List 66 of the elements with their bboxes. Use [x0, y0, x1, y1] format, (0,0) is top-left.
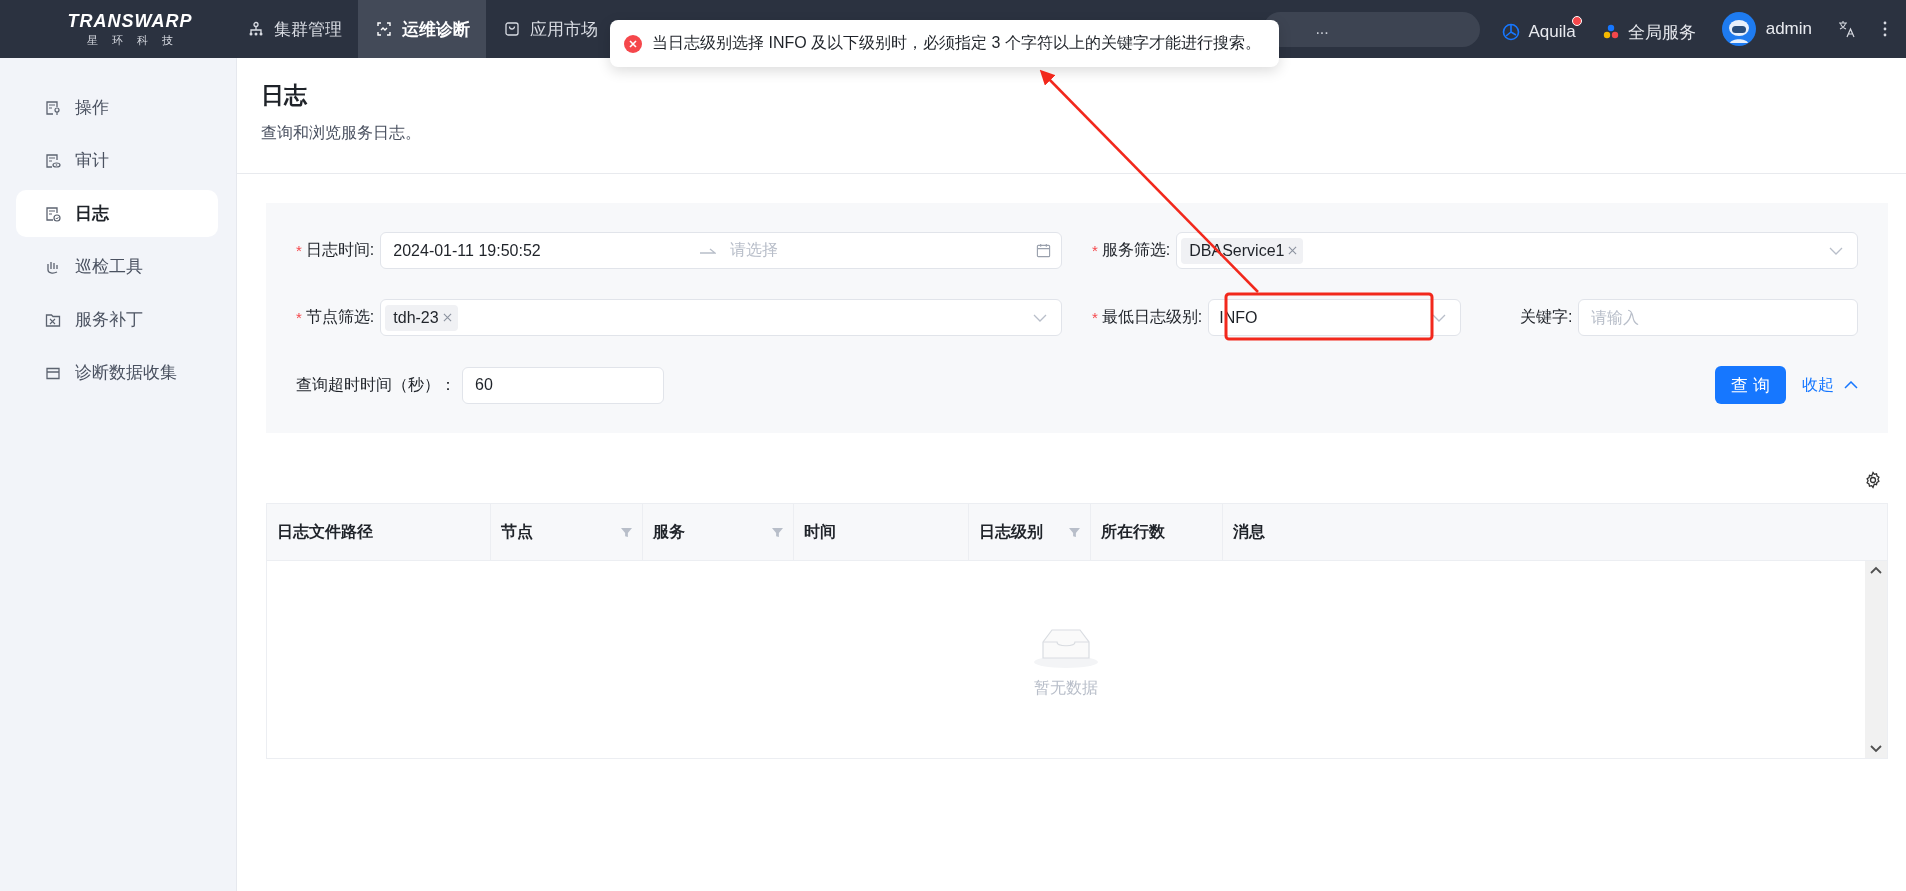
folder-icon: [45, 311, 61, 328]
required-mark: *: [1092, 309, 1098, 326]
sitemap-icon: [248, 21, 264, 37]
avatar-icon[interactable]: [1721, 12, 1756, 46]
sidebar-item[interactable]: 诊断数据收集: [16, 349, 218, 396]
calendar-icon: [1036, 243, 1051, 258]
chevron-down-icon: [1033, 313, 1047, 322]
filter-icon[interactable]: [1069, 526, 1080, 538]
query-button[interactable]: 查 询: [1715, 366, 1786, 404]
dots-icon: [1601, 23, 1620, 41]
document-check-icon: [45, 205, 61, 222]
document-eye-icon: [45, 152, 61, 169]
search-field[interactable]: ...: [1263, 11, 1481, 47]
required-mark: *: [1092, 242, 1098, 259]
input-field[interactable]: 60: [462, 366, 664, 404]
close-icon[interactable]: [442, 313, 452, 322]
sidebar-item[interactable]: 审计: [16, 137, 218, 184]
field-label: 节点筛选:: [305, 307, 375, 327]
field-label: 查询超时时间（秒）：: [296, 374, 456, 395]
field-label: 关键字:: [1520, 307, 1573, 327]
field-label: 最低日志级别:: [1101, 307, 1203, 327]
settings-icon[interactable]: [1864, 471, 1882, 489]
field-label: 日志时间:: [305, 240, 375, 260]
chevron-down-icon: [1432, 313, 1446, 322]
input-field[interactable]: 请输入: [1578, 299, 1858, 336]
sidebar-item[interactable]: 操作: [16, 84, 218, 131]
sidebar-item[interactable]: 服务补丁: [16, 296, 218, 343]
translate-icon[interactable]: [1838, 20, 1856, 38]
collapse-link[interactable]: 收起: [1802, 374, 1858, 396]
nav-tab[interactable]: 运维诊断: [358, 0, 486, 58]
page-description: 查询和浏览服务日志。: [261, 123, 422, 143]
sidebar-item[interactable]: 巡检工具: [16, 243, 218, 290]
required-mark: *: [296, 309, 302, 326]
username[interactable]: admin: [1765, 19, 1812, 39]
tag[interactable]: tdh-23: [385, 304, 458, 331]
document-key-icon: [45, 99, 61, 116]
aquila-logo-icon: [1502, 23, 1521, 41]
nav-tab[interactable]: 应用市场: [486, 0, 614, 58]
required-mark: *: [296, 242, 302, 259]
column-header: 节点: [501, 521, 534, 542]
filter-icon[interactable]: [772, 526, 783, 538]
toast-message: 当日志级别选择 INFO 及以下级别时，必须指定 3 个字符以上的关键字才能进行搜索。: [652, 33, 1261, 53]
column-header: 日志文件路径: [277, 521, 374, 542]
column-header: 日志级别: [979, 521, 1044, 542]
chevron-up-icon: [1844, 381, 1858, 389]
filter-icon[interactable]: [621, 526, 632, 538]
column-header: 时间: [804, 521, 837, 542]
error-icon: [624, 34, 642, 53]
sidebar-item[interactable]: 日志: [16, 190, 218, 237]
close-icon[interactable]: [1288, 246, 1298, 255]
column-header: 消息: [1233, 521, 1266, 542]
nav-tab[interactable]: 集群管理: [230, 0, 358, 58]
field-label: 服务筛选:: [1101, 240, 1171, 260]
header-link[interactable]: 全局服务: [1601, 14, 1702, 44]
column-header: 服务: [653, 521, 686, 542]
scan-icon: [376, 21, 392, 37]
page-title: 日志: [261, 81, 309, 110]
bag-icon: [504, 21, 520, 37]
more-icon[interactable]: [1882, 20, 1888, 38]
header-link[interactable]: Aquila: [1502, 16, 1582, 42]
date-range-picker[interactable]: 2024-01-11 19:50:52 请选择: [380, 232, 1062, 269]
column-header: 所在行数: [1101, 521, 1166, 542]
empty-text: 暂无数据: [1034, 678, 1098, 698]
chevron-down-icon: [1829, 246, 1843, 255]
select-field[interactable]: tdh-23: [380, 299, 1062, 336]
logo[interactable]: TRANSWARP 星环科技: [0, 10, 220, 48]
